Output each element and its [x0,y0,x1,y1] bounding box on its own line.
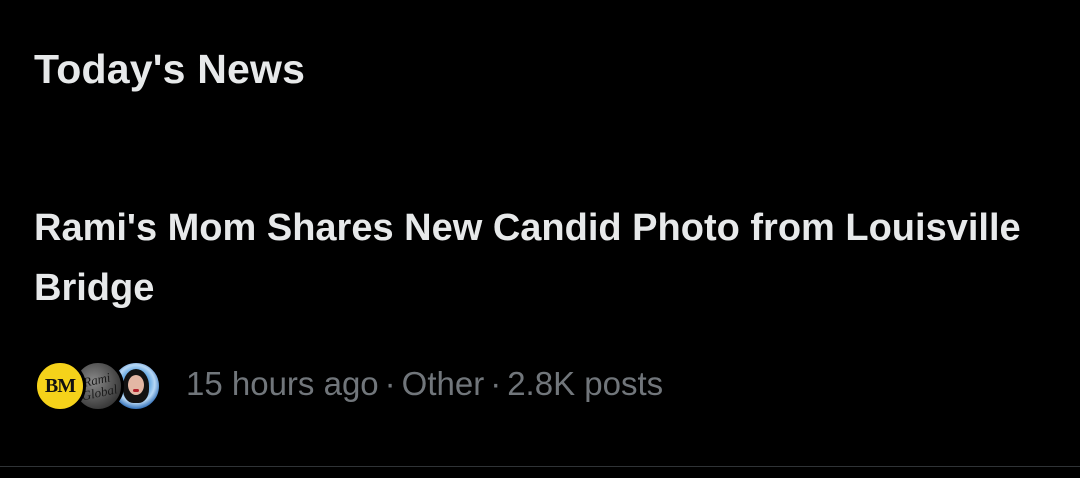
avatar-portrait-lips [133,389,139,392]
news-category: Other [401,365,485,402]
news-item[interactable]: Rami's Mom Shares New Candid Photo from … [0,180,1080,466]
section-title: Today's News [34,46,306,92]
news-headline[interactable]: Rami's Mom Shares New Candid Photo from … [34,198,1034,318]
news-post-count: 2.8K posts [507,365,664,402]
avatar-bm-initials: BM [44,374,76,397]
news-meta-row: BM Rami Global 15 hours ago · Other · 2.8K po… [34,356,663,412]
meta-separator: · [490,365,502,402]
avatar-stack: BM Rami Global [34,356,164,412]
news-time: 15 hours ago [186,365,379,402]
avatar-bm: BM [34,360,86,412]
bottom-divider [0,466,1080,467]
news-meta-text: 15 hours ago · Other · 2.8K posts [186,364,663,404]
meta-separator: · [384,365,396,402]
avatar-portrait-face [128,375,144,395]
